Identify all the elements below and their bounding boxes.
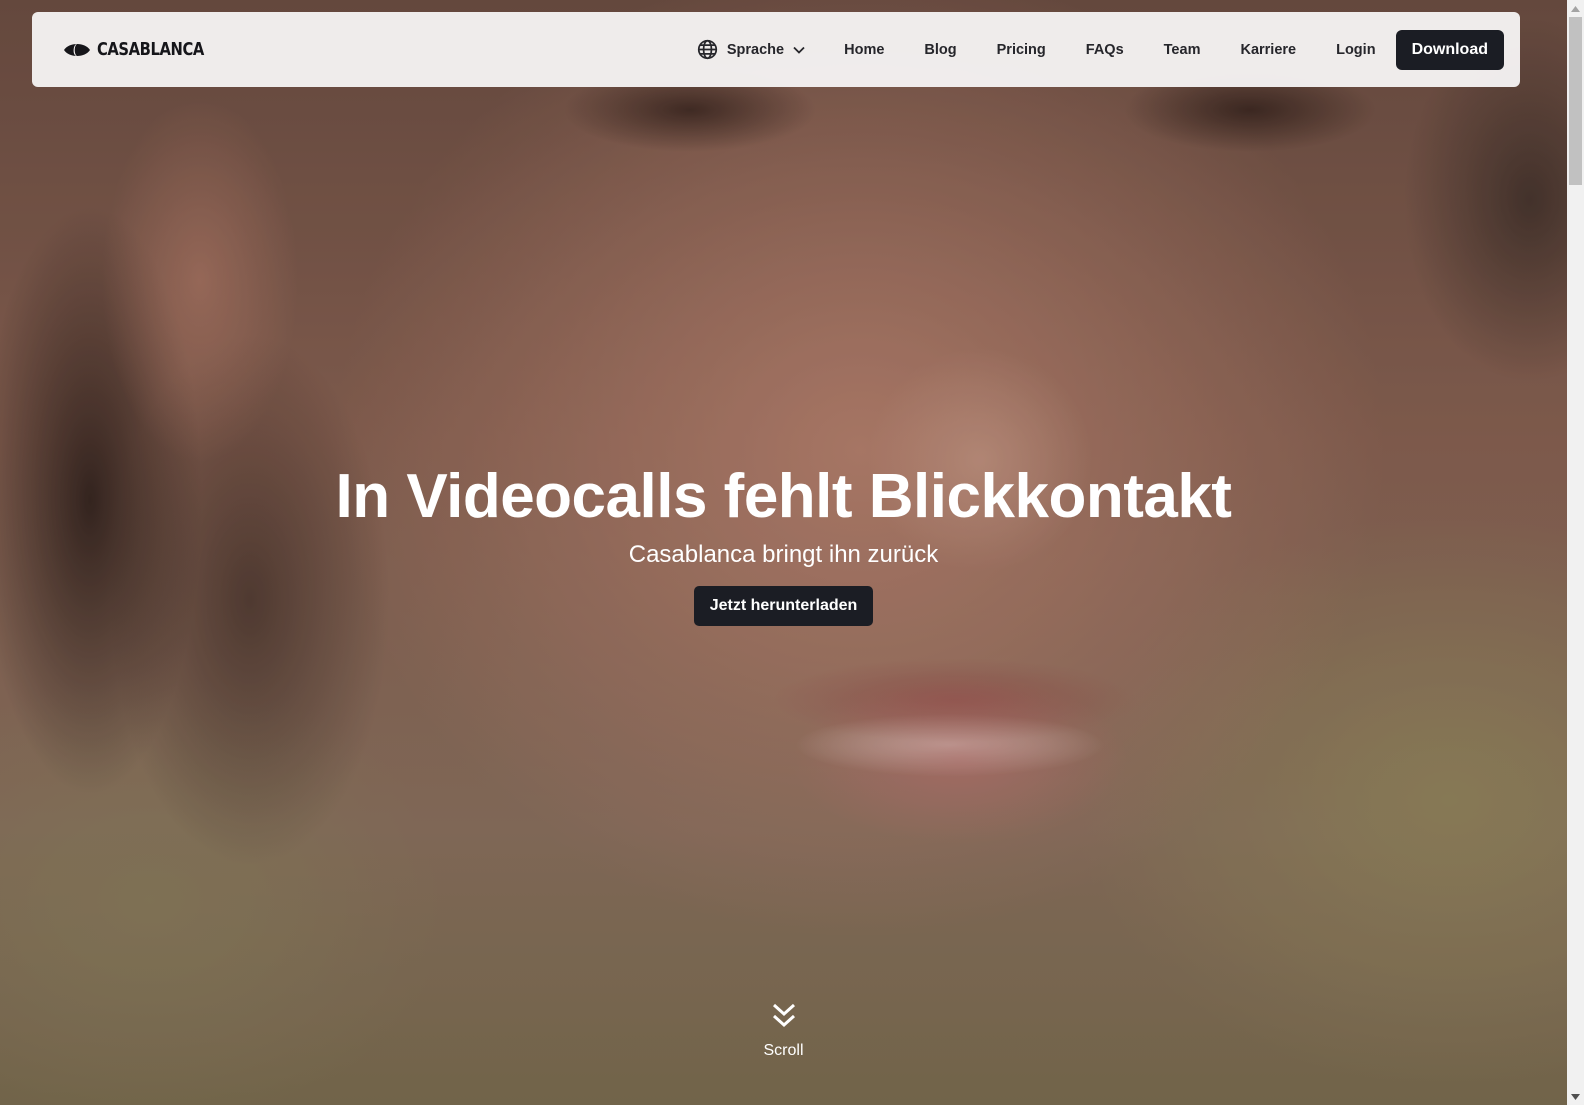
nav-link-pricing[interactable]: Pricing: [997, 42, 1046, 58]
nav-link-karriere[interactable]: Karriere: [1240, 42, 1296, 58]
scroll-down-arrow[interactable]: [1567, 1088, 1584, 1105]
download-button[interactable]: Download: [1395, 29, 1504, 70]
nav-link-team[interactable]: Team: [1164, 42, 1201, 58]
language-label: Sprache: [726, 41, 785, 58]
eye-icon: [64, 43, 90, 56]
nav-link-blog[interactable]: Blog: [924, 42, 956, 58]
page-viewport: CASABLANCA Sprache Home Blog Pricing FAQ…: [0, 0, 1567, 1105]
brand-name: CASABLANCA: [97, 39, 204, 60]
scroll-label: Scroll: [763, 1042, 804, 1059]
language-selector[interactable]: Sprache: [697, 39, 805, 60]
vertical-scrollbar[interactable]: [1567, 0, 1584, 1105]
download-now-button[interactable]: Jetzt herunterladen: [693, 586, 874, 626]
chevron-down-icon: [793, 46, 805, 54]
hero-headline: In Videocalls fehlt Blickkontakt: [335, 462, 1232, 531]
triangle-down-icon: [1571, 1093, 1580, 1100]
scroll-indicator[interactable]: Scroll: [0, 1002, 1567, 1060]
navbar: CASABLANCA Sprache Home Blog Pricing FAQ…: [32, 12, 1520, 87]
nav-link-home[interactable]: Home: [844, 42, 884, 58]
nav-link-faqs[interactable]: FAQs: [1086, 42, 1124, 58]
main-nav: Sprache Home Blog Pricing FAQs Team Karr…: [697, 29, 1504, 70]
scroll-up-arrow[interactable]: [1567, 0, 1584, 17]
triangle-up-icon: [1571, 5, 1580, 12]
scrollbar-thumb[interactable]: [1569, 17, 1582, 185]
nav-link-login[interactable]: Login: [1336, 42, 1375, 58]
hero-subline: Casablanca bringt ihn zurück: [628, 541, 939, 568]
hero-content: In Videocalls fehlt Blickkontakt Casabla…: [0, 462, 1567, 626]
globe-icon: [697, 39, 717, 60]
double-chevron-down-icon: [772, 1003, 795, 1028]
logo-link[interactable]: CASABLANCA: [63, 39, 227, 60]
